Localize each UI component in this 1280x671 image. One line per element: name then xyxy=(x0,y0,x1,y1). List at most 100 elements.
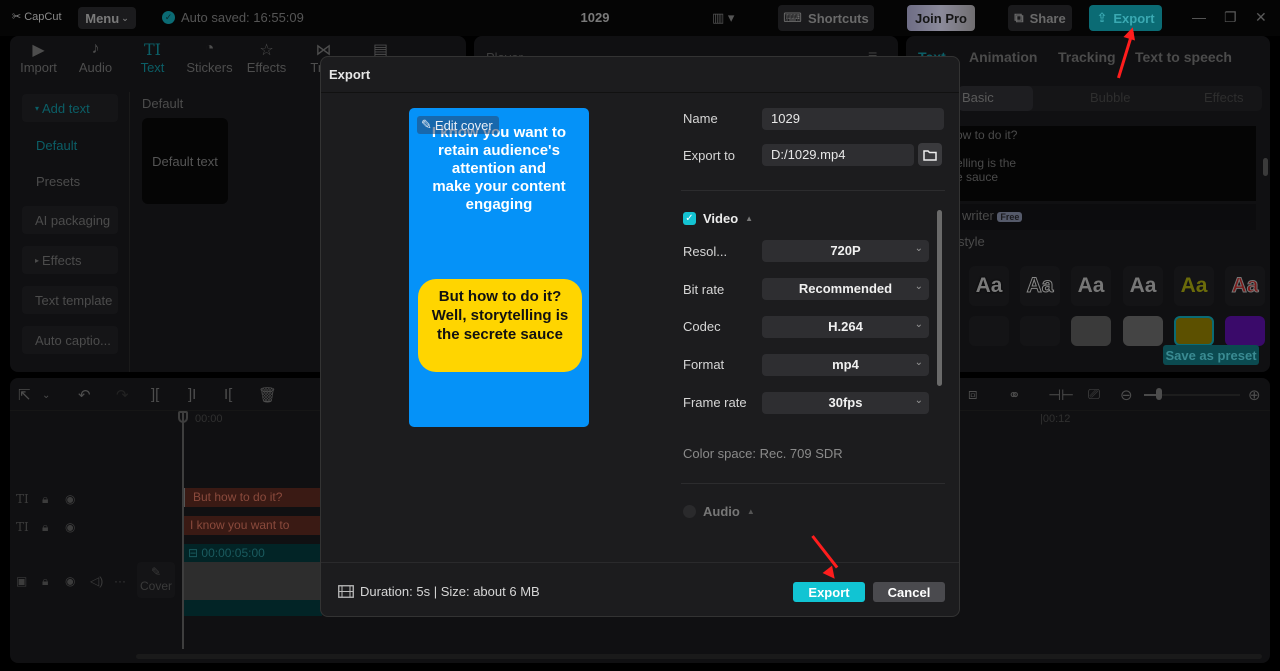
playhead[interactable] xyxy=(182,411,184,649)
join-pro-button[interactable]: Join Pro xyxy=(907,5,975,31)
playhead-handle[interactable] xyxy=(178,411,188,423)
share-icon: ⧉ xyxy=(1014,10,1024,25)
video-clip[interactable] xyxy=(182,562,322,600)
style-swatch[interactable]: Aa xyxy=(1225,266,1265,306)
zoom-in-icon[interactable]: ⊕ xyxy=(1248,386,1261,404)
cover-button[interactable]: ✎ Cover xyxy=(137,562,175,598)
more-icon[interactable]: ··· xyxy=(114,574,126,588)
style-swatch[interactable]: Aa xyxy=(969,266,1009,306)
text-content-input[interactable]: ow to do it? elling is the e sauce xyxy=(956,126,1256,201)
audio-checkbox[interactable] xyxy=(683,505,696,518)
browse-folder-button[interactable] xyxy=(918,143,942,166)
shortcuts-button[interactable]: ⌨ Shortcuts xyxy=(778,5,874,31)
style-swatch[interactable] xyxy=(969,316,1009,346)
scrollbar[interactable] xyxy=(1263,158,1268,176)
subtab-effects[interactable]: Effects xyxy=(1204,90,1244,105)
sidebar-item-ai-packaging[interactable]: AI packaging xyxy=(22,206,118,234)
video-checkbox[interactable]: ✓ xyxy=(683,212,696,225)
video-clip-header[interactable]: ⊟ 00:00:05:00 xyxy=(182,544,322,562)
tab-import[interactable]: ▶ Import xyxy=(10,36,67,80)
select-tool-icon[interactable]: ⇱ xyxy=(18,386,31,404)
text-clip[interactable]: But how to do it? xyxy=(182,488,322,507)
edit-cover-button[interactable]: ✎ Edit cover xyxy=(417,116,499,134)
style-swatch[interactable]: Aa xyxy=(1174,266,1214,306)
tab-text[interactable]: TI Text xyxy=(124,36,181,80)
subtabs: Basic Bubble Effects xyxy=(958,86,1262,111)
lock-icon[interactable]: 🔒︎ xyxy=(42,574,48,589)
effects-icon: ☆ xyxy=(259,42,274,59)
audio-mute-icon[interactable]: ◁) xyxy=(90,574,103,588)
menu-button[interactable]: Menu ⌄ xyxy=(78,7,136,29)
style-swatch[interactable] xyxy=(1225,316,1265,346)
trim-right-icon[interactable]: I[ xyxy=(224,386,232,403)
restore-icon[interactable]: ❐ xyxy=(1224,9,1237,26)
color-space-info: Color space: Rec. 709 SDR xyxy=(683,446,843,461)
align-icon[interactable]: ⊣⊢ xyxy=(1048,386,1074,404)
link-icon[interactable]: ⚭ xyxy=(1008,386,1021,404)
style-swatch[interactable] xyxy=(1174,316,1214,346)
sidebar-item-effects[interactable]: ▸ Effects xyxy=(22,246,118,274)
style-swatch[interactable] xyxy=(1071,316,1111,346)
chevron-down-icon: ⌄ xyxy=(914,243,923,254)
chevron-down-icon[interactable]: ⌄ xyxy=(42,390,50,401)
edit-icon: ✎ xyxy=(150,565,162,579)
settings-scrollbar[interactable] xyxy=(937,210,942,386)
ai-writer-button[interactable]: writer Free xyxy=(956,204,1256,230)
lock-icon[interactable]: 🔒︎ xyxy=(42,492,48,507)
bitrate-select[interactable]: Recommended ⌄ xyxy=(762,278,929,300)
default-text-card[interactable]: Default text xyxy=(142,118,228,204)
tab-tracking[interactable]: Tracking xyxy=(1058,49,1116,65)
tab-text-to-speech[interactable]: Text to speech xyxy=(1135,49,1232,65)
sidebar-item-text-template[interactable]: Text template xyxy=(22,286,118,314)
tab-stickers[interactable]: ◔ Stickers xyxy=(181,36,238,80)
save-as-preset-button[interactable]: Save as preset xyxy=(1163,345,1259,365)
style-swatch[interactable]: Aa xyxy=(1020,266,1060,306)
cancel-button[interactable]: Cancel xyxy=(873,582,945,602)
tab-audio[interactable]: ♪ Audio xyxy=(67,36,124,80)
sidebar-item-presets[interactable]: Presets xyxy=(36,174,80,189)
share-button[interactable]: ⧉ Share xyxy=(1008,5,1072,31)
close-icon[interactable]: ✕ xyxy=(1255,9,1267,26)
lock-icon[interactable]: 🔒︎ xyxy=(42,520,48,535)
preview-axis-icon[interactable]: ⎚ xyxy=(1088,386,1100,403)
codec-select[interactable]: H.264 ⌄ xyxy=(762,316,929,338)
sidebar-item-add-text[interactable]: ▾ Add text xyxy=(22,94,118,122)
style-swatch[interactable]: Aa xyxy=(1071,266,1111,306)
split-icon[interactable]: ][ xyxy=(151,386,159,403)
style-swatch[interactable]: Aa xyxy=(1123,266,1163,306)
stickers-icon: ◔ xyxy=(204,40,215,57)
style-swatch[interactable] xyxy=(1123,316,1163,346)
sidebar-item-auto-captions[interactable]: Auto captio... xyxy=(22,326,118,354)
tab-effects[interactable]: ☆ Effects xyxy=(238,36,295,80)
framerate-select[interactable]: 30fps ⌄ xyxy=(762,392,929,414)
delete-icon[interactable]: 🗑 xyxy=(258,386,277,404)
tab-animation[interactable]: Animation xyxy=(969,49,1037,65)
ruler-time-start: 00:00 xyxy=(195,413,223,425)
zoom-out-icon[interactable]: ⊖ xyxy=(1120,386,1133,404)
resolution-select[interactable]: 720P ⌄ xyxy=(762,240,929,262)
timeline-scrollbar[interactable] xyxy=(136,654,1262,659)
divider xyxy=(321,92,959,93)
eye-icon[interactable]: ◉ xyxy=(65,520,75,534)
export-path-input[interactable]: D:/1029.mp4 xyxy=(762,144,914,166)
style-swatch[interactable] xyxy=(1020,316,1060,346)
redo-icon[interactable]: ↷ xyxy=(116,386,129,404)
subtab-bubble[interactable]: Bubble xyxy=(1090,90,1130,105)
subtab-basic[interactable]: Basic xyxy=(958,86,1033,111)
trim-left-icon[interactable]: ]I xyxy=(188,386,196,403)
auto-snap-icon[interactable]: ⧈ xyxy=(968,386,978,403)
minimize-icon[interactable]: — xyxy=(1192,9,1206,25)
export-button[interactable]: Export xyxy=(793,582,865,602)
sidebar-item-default[interactable]: Default xyxy=(36,138,77,153)
eye-icon[interactable]: ◉ xyxy=(65,492,75,506)
undo-icon[interactable]: ↶ xyxy=(78,386,91,404)
eye-icon[interactable]: ◉ xyxy=(65,574,75,588)
zoom-slider-handle[interactable] xyxy=(1156,388,1162,400)
name-input[interactable]: 1029 xyxy=(762,108,944,130)
layout-icon[interactable]: ▥ ▾ xyxy=(712,10,734,26)
format-select[interactable]: mp4 ⌄ xyxy=(762,354,929,376)
video-section-header[interactable]: ✓ Video ▲ xyxy=(683,211,753,226)
text-clip[interactable]: I know you want to xyxy=(182,516,322,535)
audio-section-header[interactable]: Audio ▲ xyxy=(683,504,755,519)
film-icon xyxy=(338,585,354,598)
